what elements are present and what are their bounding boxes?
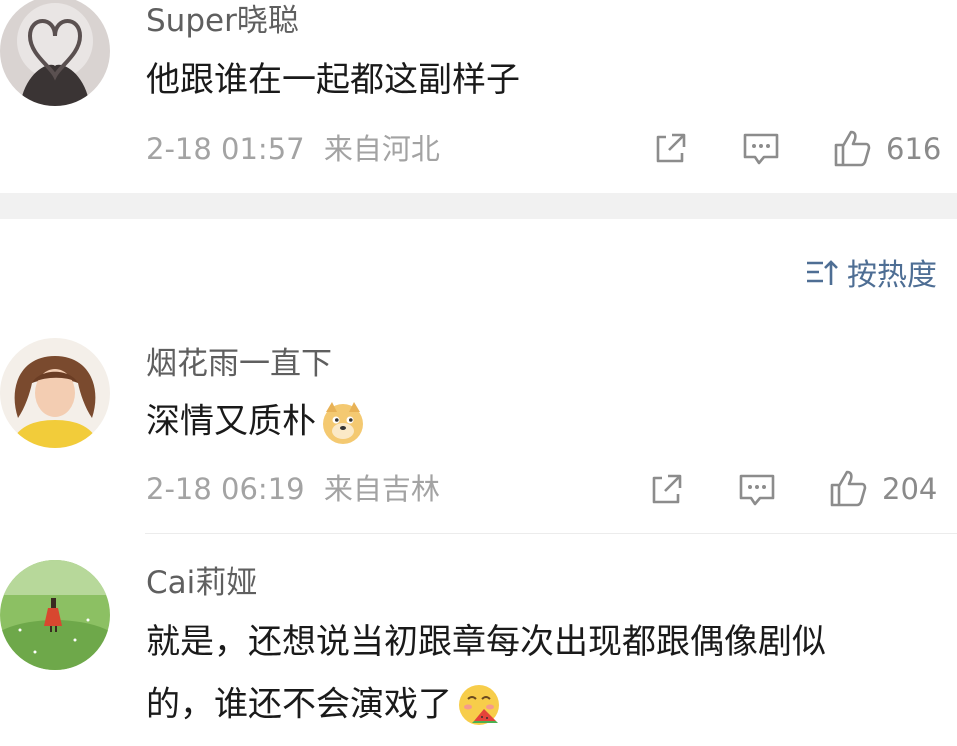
comment-text: 深情又质朴 xyxy=(146,400,366,446)
comment-text-continued: 的，谁还不会演戏了 xyxy=(146,683,502,729)
username[interactable]: Super晓聪 xyxy=(146,6,299,37)
section-divider xyxy=(0,193,957,219)
comment-icon[interactable] xyxy=(738,472,776,508)
like-count: 204 xyxy=(882,472,938,506)
comment-meta: 2-18 06:19 来自吉林 xyxy=(146,475,440,504)
share-icon[interactable] xyxy=(652,131,688,167)
avatar[interactable] xyxy=(0,0,110,106)
doge-emoji xyxy=(320,400,366,446)
comment-meta: 2-18 01:57 来自河北 xyxy=(146,135,440,164)
sort-by-hot-button[interactable]: 按热度 xyxy=(805,258,937,294)
username[interactable]: Cai莉娅 xyxy=(146,568,257,599)
comment-location: 来自吉林 xyxy=(323,472,440,506)
like-count: 616 xyxy=(886,132,942,166)
avatar[interactable] xyxy=(0,560,110,670)
like-icon[interactable] xyxy=(828,468,868,508)
sort-label: 按热度 xyxy=(847,258,937,293)
comment-text: 他跟谁在一起都这副样子 xyxy=(146,60,520,100)
comment-time: 2-18 06:19 xyxy=(146,472,305,506)
comment-icon[interactable] xyxy=(742,131,780,167)
share-icon[interactable] xyxy=(648,472,684,508)
comment-text: 就是，还想说当初跟章每次出现都跟偶像剧似 xyxy=(146,622,826,662)
comment-time: 2-18 01:57 xyxy=(146,132,305,166)
comment-location: 来自河北 xyxy=(323,132,440,166)
avatar[interactable] xyxy=(0,338,110,448)
sort-icon xyxy=(805,258,839,294)
eating-watermelon-emoji xyxy=(456,683,502,729)
username[interactable]: 烟花雨一直下 xyxy=(146,349,332,380)
comment-separator xyxy=(145,533,957,534)
like-icon[interactable] xyxy=(832,128,872,168)
